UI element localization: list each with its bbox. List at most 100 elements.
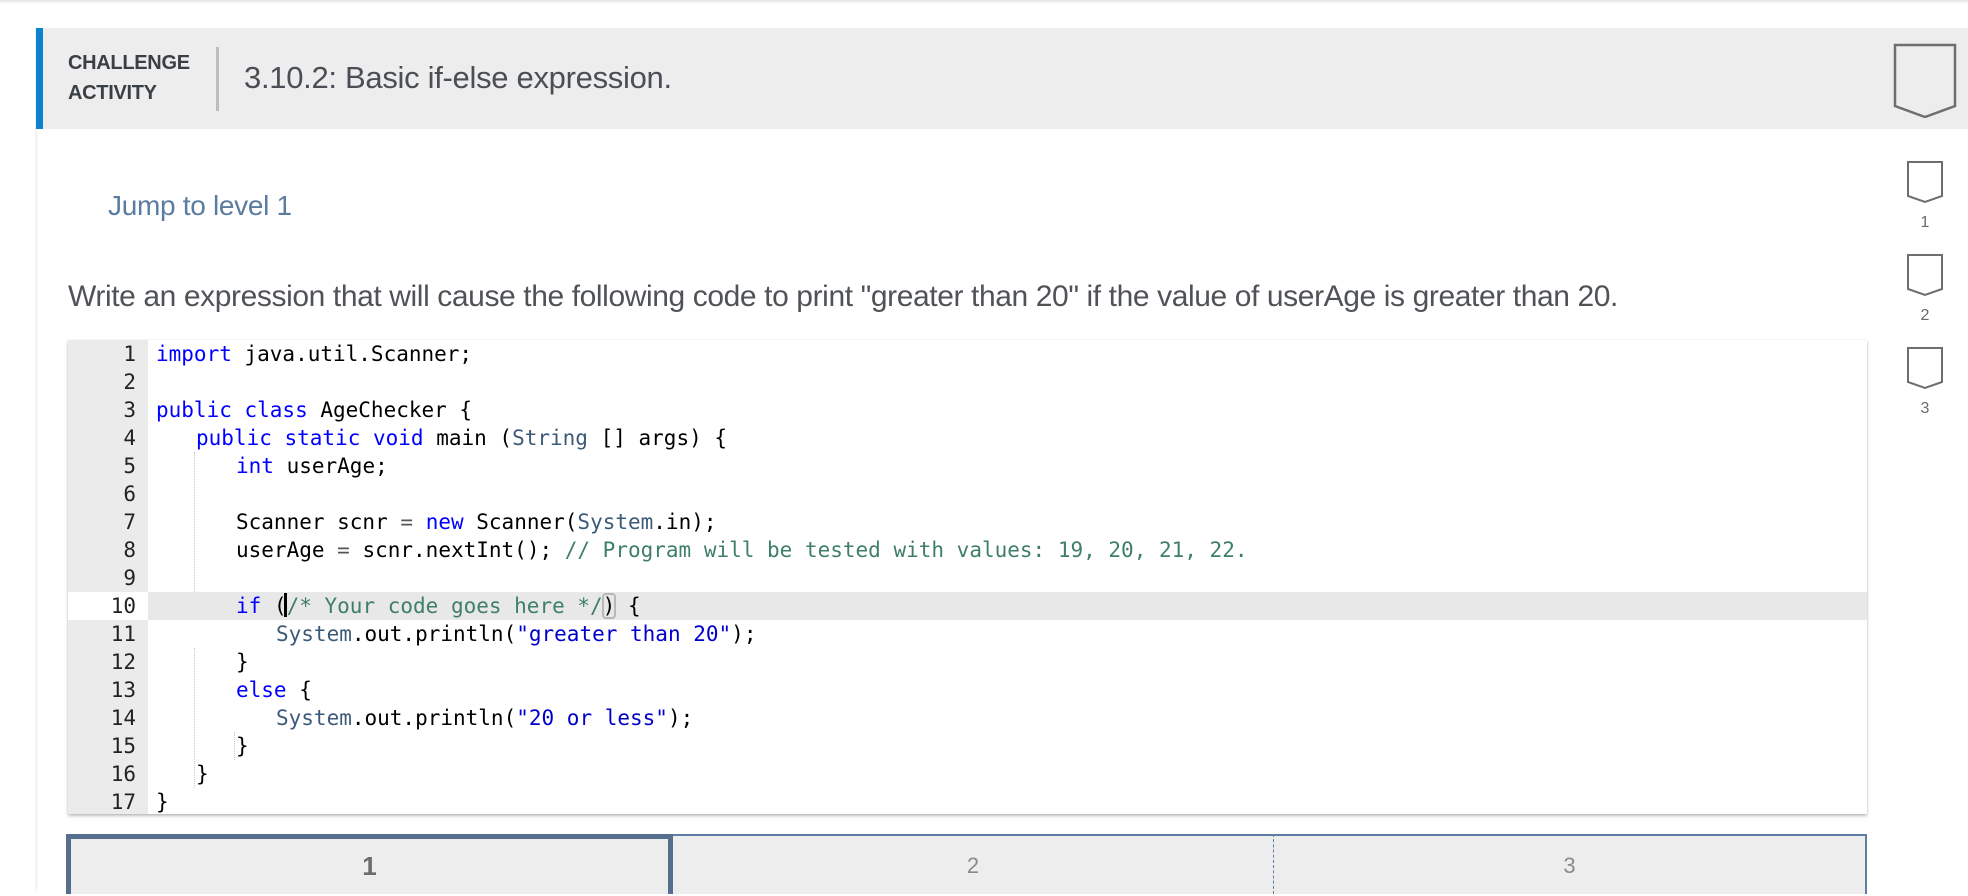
code-text: Scanner scnr (236, 510, 401, 534)
code-line[interactable]: 3 public class AgeChecker { (68, 396, 1867, 424)
code-text: Scanner( (463, 510, 578, 534)
type-name: System (276, 622, 352, 646)
code-text: .out.println( (351, 706, 517, 730)
header-accent-bar (36, 28, 43, 129)
content-left-rule (35, 28, 38, 891)
operator: = (400, 510, 414, 534)
code-text: ); (731, 622, 757, 646)
line-number: 13 (110, 678, 136, 702)
code-line[interactable]: 17 } (68, 788, 1867, 814)
line-number: 17 (110, 790, 136, 814)
code-placeholder-comment[interactable]: /* Your code goes here */ (287, 594, 603, 618)
line-number: 6 (123, 482, 136, 506)
level-badge-icon (1907, 254, 1943, 297)
activity-header: CHALLENGE ACTIVITY 3.10.2: Basic if-else… (36, 28, 1968, 129)
line-number: 11 (110, 622, 136, 646)
code-text: { (615, 594, 641, 618)
code-line[interactable]: 16 } (68, 760, 1867, 788)
code-text: } (156, 790, 169, 814)
keyword: public static void (196, 426, 424, 450)
code-text: .out.println( (351, 622, 517, 646)
code-text: [] args) { (587, 426, 728, 450)
line-number: 10 (68, 592, 148, 620)
level-badge-label: 2 (1920, 307, 1930, 324)
code-line[interactable]: 2 (68, 368, 1867, 396)
type-name: System (276, 706, 352, 730)
top-shadow (0, 0, 1968, 4)
line-number: 5 (123, 454, 136, 478)
activity-kind-line2: ACTIVITY (68, 82, 157, 104)
code-text: AgeChecker { (307, 398, 473, 422)
code-text: } (236, 734, 249, 758)
code-line[interactable]: 6 (68, 480, 1867, 508)
code-text: { (286, 678, 312, 702)
code-text: userAge (236, 538, 338, 562)
activity-completion-badge-icon (1892, 42, 1958, 119)
string-literal: "20 or less" (516, 706, 668, 730)
code-line[interactable]: 8 userAge = scnr.nextInt(); // Program w… (68, 536, 1867, 564)
level-badge-icon (1907, 161, 1943, 204)
jump-to-level-link[interactable]: Jump to level 1 (108, 190, 292, 222)
line-number: 1 (123, 342, 136, 366)
level-badge-label: 1 (1920, 214, 1930, 231)
line-number: 3 (123, 398, 136, 422)
code-text: java.util.Scanner; (231, 342, 473, 366)
instructions-text: Write an expression that will cause the … (68, 280, 1618, 313)
level-tab-2[interactable]: 2 (673, 834, 1273, 894)
line-number: 12 (110, 650, 136, 674)
line-number: 4 (123, 426, 136, 450)
code-line[interactable]: 15 } (68, 732, 1867, 760)
line-number: 16 (110, 762, 136, 786)
line-number: 15 (110, 734, 136, 758)
line-number: 7 (123, 510, 136, 534)
line-number: 8 (123, 538, 136, 562)
code-line[interactable]: 9 (68, 564, 1867, 592)
level-badge-label: 3 (1920, 400, 1930, 417)
code-line[interactable]: 1 import java.util.Scanner; (68, 340, 1867, 368)
type-name: String (512, 426, 588, 450)
string-literal: "greater than 20" (516, 622, 732, 646)
code-text: userAge; (273, 454, 388, 478)
code-comment: // Program will be tested with values: 1… (564, 538, 1248, 562)
keyword: public class (156, 398, 308, 422)
code-line-active[interactable]: 10 if (/* Your code goes here */) { (68, 592, 1867, 620)
level-tabs: 1 2 3 (66, 834, 1867, 894)
level-tab-1[interactable]: 1 (66, 834, 673, 894)
level-tab-3[interactable]: 3 (1273, 834, 1867, 894)
code-text: } (196, 762, 209, 786)
activity-title: 3.10.2: Basic if-else expression. (244, 60, 672, 95)
code-line[interactable]: 11 System.out.println("greater than 20")… (68, 620, 1867, 648)
level-badges: 1 2 3 (1905, 160, 1945, 439)
code-line[interactable]: 7 Scanner scnr = new Scanner(System.in); (68, 508, 1867, 536)
code-text: scnr.nextInt(); (349, 538, 565, 562)
code-line[interactable]: 4 public static void main (String [] arg… (68, 424, 1867, 452)
line-number: 9 (123, 566, 136, 590)
keyword: import (156, 342, 232, 366)
level-badge-3: 3 (1905, 346, 1945, 439)
line-number: 2 (123, 370, 136, 394)
matched-bracket: ) (601, 593, 617, 619)
activity-kind: CHALLENGE ACTIVITY (68, 48, 208, 108)
operator: = (337, 538, 350, 562)
keyword: int (236, 454, 274, 478)
keyword: else (236, 678, 287, 702)
keyword: if (236, 594, 262, 618)
code-text: .in); (653, 510, 717, 534)
code-lines[interactable]: 1 import java.util.Scanner; 2 3 public c… (68, 340, 1867, 814)
code-line[interactable]: 13 else { (68, 676, 1867, 704)
header-separator (216, 47, 219, 111)
level-badge-icon (1907, 347, 1943, 390)
code-text: main ( (423, 426, 513, 450)
code-editor[interactable]: 1 import java.util.Scanner; 2 3 public c… (68, 340, 1867, 814)
level-badge-1: 1 (1905, 160, 1945, 253)
keyword: new (425, 510, 464, 534)
code-text: ); (667, 706, 694, 730)
type-name: System (577, 510, 654, 534)
line-number: 14 (110, 706, 136, 730)
code-line[interactable]: 12 } (68, 648, 1867, 676)
activity-kind-line1: CHALLENGE (68, 52, 190, 74)
code-line[interactable]: 5 int userAge; (68, 452, 1867, 480)
code-line[interactable]: 14 System.out.println("20 or less"); (68, 704, 1867, 732)
level-badge-2: 2 (1905, 253, 1945, 346)
